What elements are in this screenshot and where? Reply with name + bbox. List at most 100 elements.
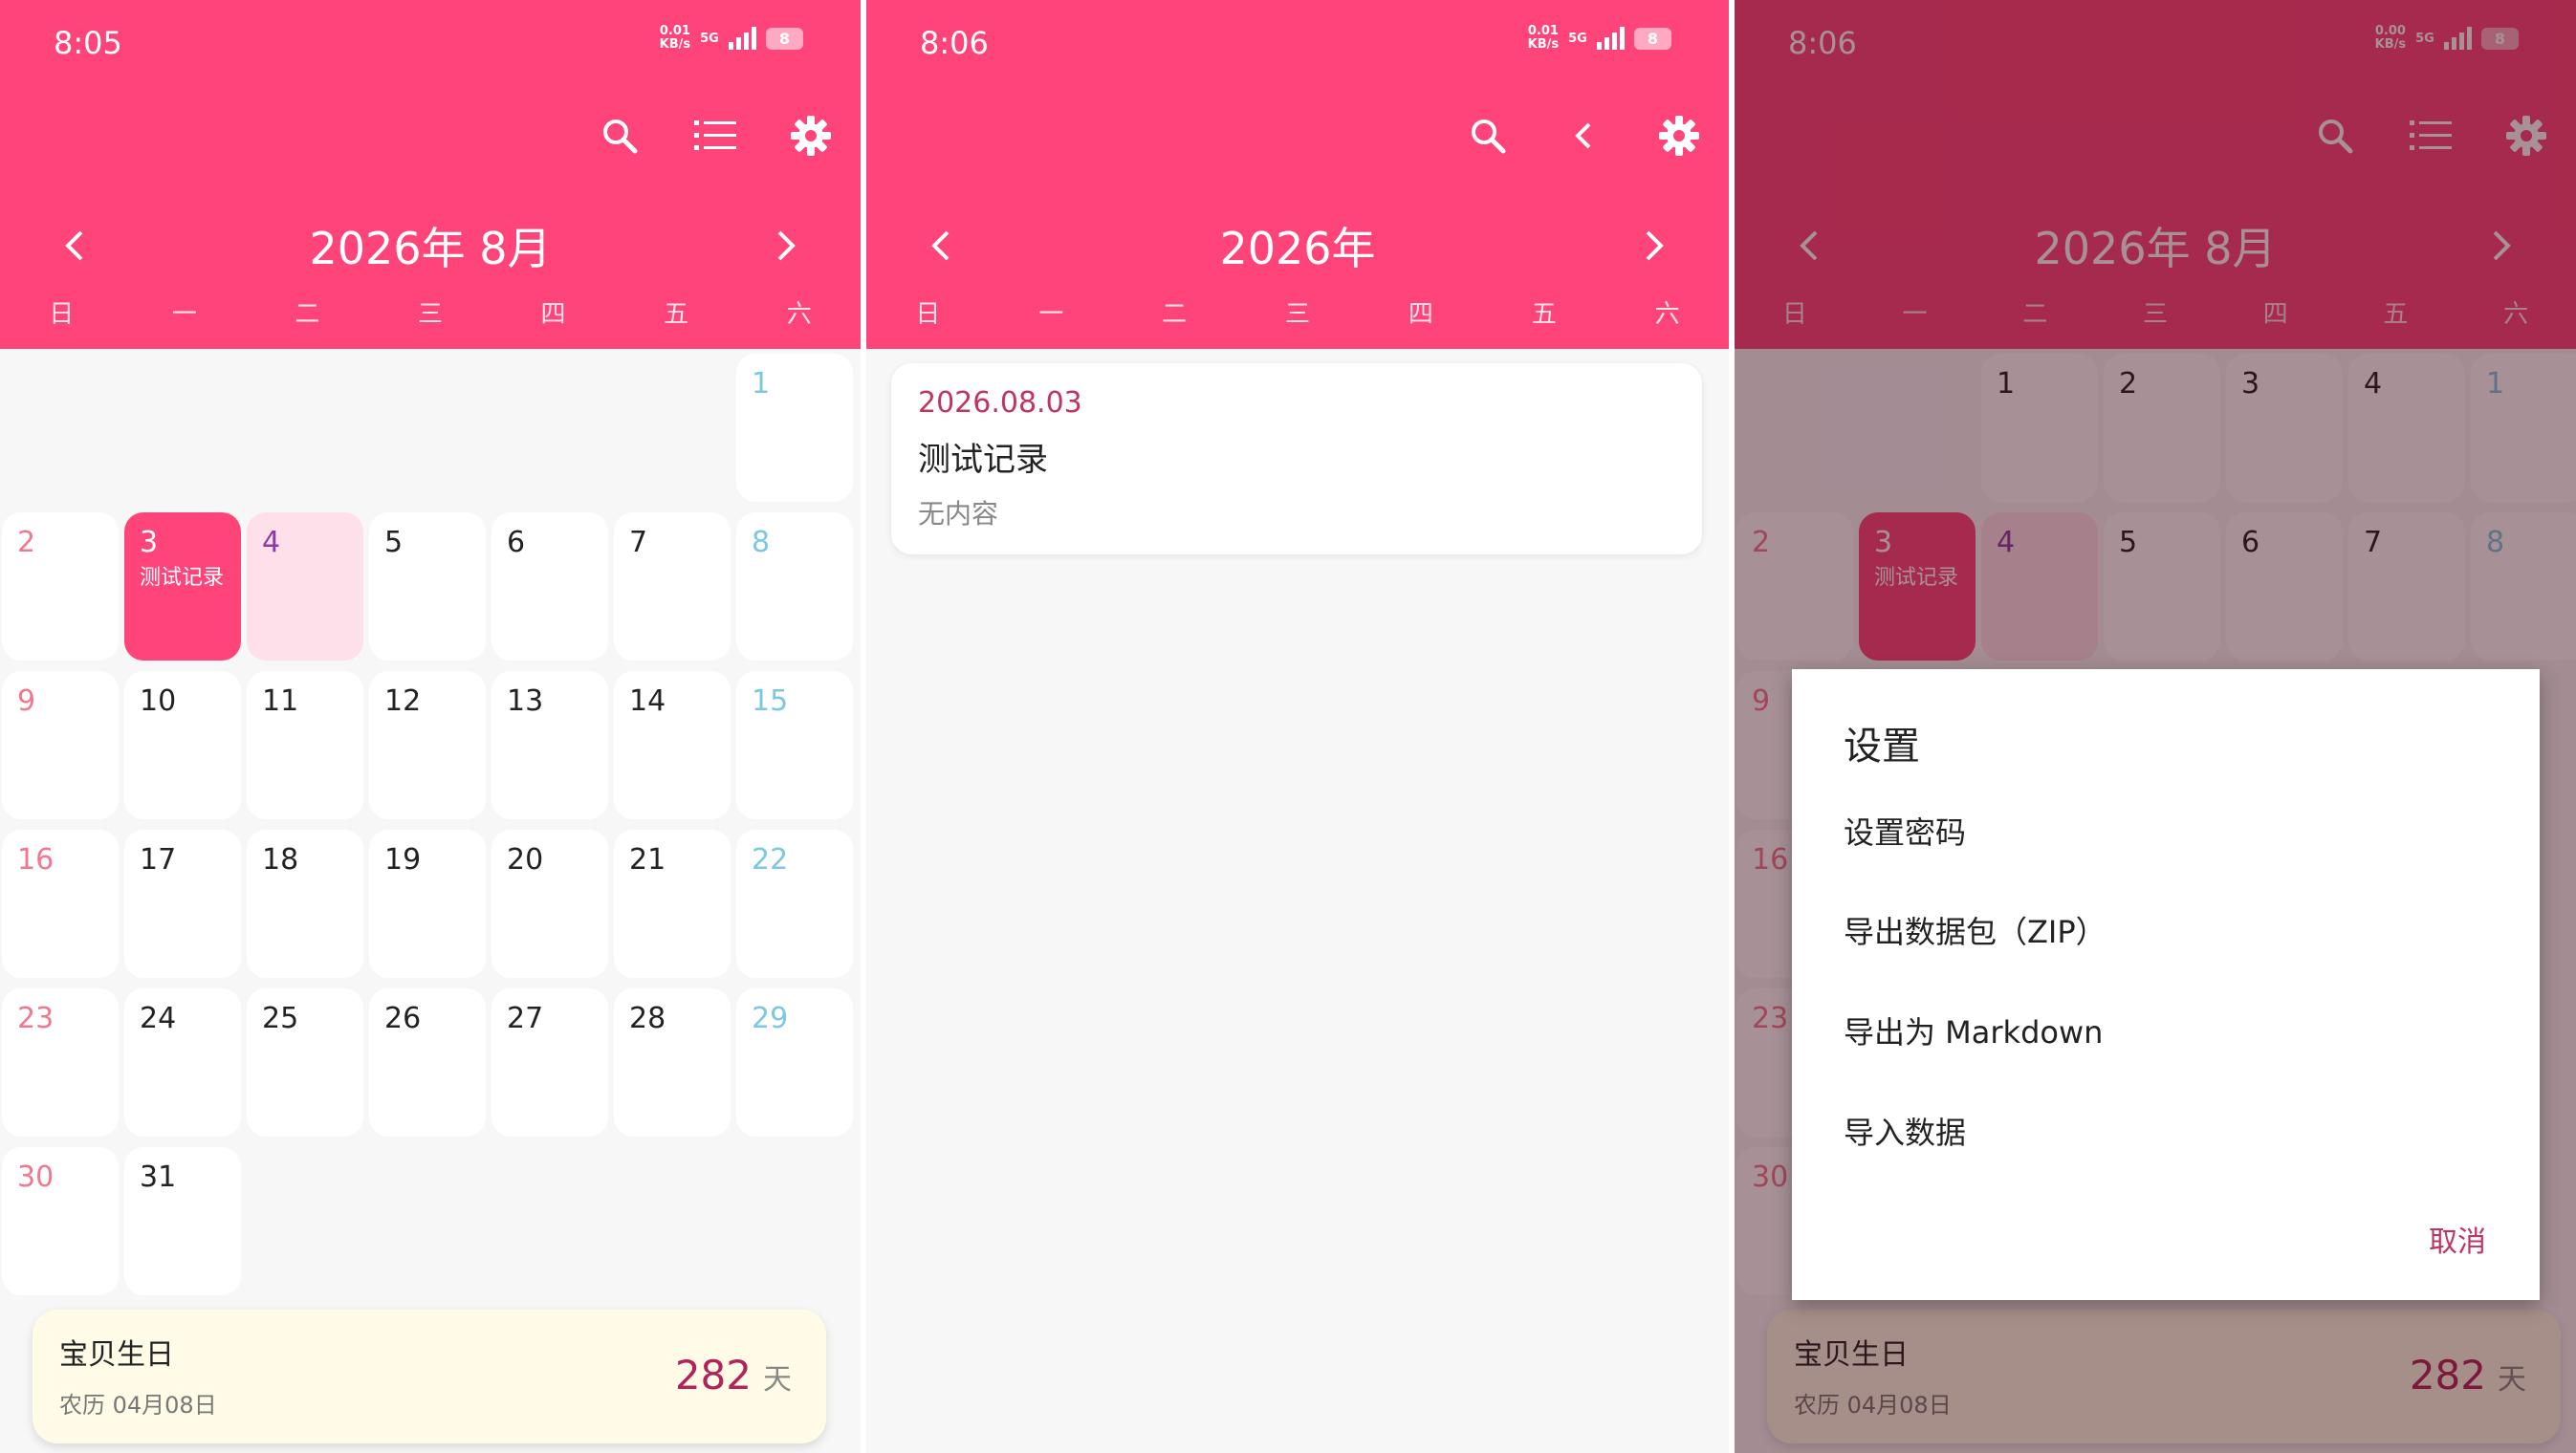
settings-dialog-screen: 8:06 0.00 KB/s 5G 8 2026年 8月 日 一 二 三 四 五 … [1735, 0, 2576, 1453]
day-cell[interactable]: 11 [247, 671, 363, 819]
day-number: 26 [384, 1002, 422, 1035]
countdown-number: 282 [674, 1352, 752, 1399]
record-card[interactable]: 2026.08.03 测试记录 无内容 [891, 363, 1702, 554]
day-number: 19 [384, 843, 422, 877]
day-cell[interactable]: 20 [491, 830, 608, 978]
status-time: 8:05 [54, 25, 122, 61]
day-number: 27 [507, 1002, 544, 1035]
status-bar-icons: 0.01 KB/s 5G 8 [1528, 25, 1671, 52]
weekday-label: 二 [1162, 300, 1188, 329]
weekday-row: 日 一 二 三 四 五 六 [0, 294, 861, 330]
day-cell[interactable]: 27 [491, 988, 608, 1137]
day-cell[interactable]: 7 [614, 512, 731, 661]
dialog-title: 设置 [1844, 725, 1920, 769]
day-number: 6 [507, 526, 526, 559]
day-cell[interactable]: 21 [614, 830, 731, 978]
day-number: 17 [140, 843, 177, 877]
day-number: 23 [17, 1002, 55, 1035]
day-number: 1 [752, 367, 771, 401]
day-number: 15 [752, 684, 789, 718]
day-number: 24 [140, 1002, 177, 1035]
search-icon[interactable] [599, 115, 641, 157]
day-cell[interactable]: 10 [124, 671, 241, 819]
day-cell[interactable]: 28 [614, 988, 731, 1137]
weekday-label: 一 [171, 300, 197, 329]
anniversary-card[interactable]: 宝贝生日 农历 04月08日 282 天 [33, 1310, 826, 1443]
battery-icon: 8 [1633, 27, 1671, 50]
day-number: 10 [140, 684, 177, 718]
day-cell[interactable]: 14 [614, 671, 731, 819]
signal-icon [728, 27, 756, 50]
day-cell[interactable]: 30 [2, 1147, 119, 1295]
net-speed: 0.01 KB/s [659, 24, 691, 52]
set-password-option[interactable]: 设置密码 [1844, 809, 1966, 853]
calendar-year-list-screen: 8:06 0.01 KB/s 5G 8 2026年 日 一 二 三 四 五 六 2… [866, 0, 1729, 1453]
next-year-button[interactable] [1635, 227, 1673, 265]
day-cell[interactable]: 25 [247, 988, 363, 1137]
prev-year-button[interactable] [922, 227, 960, 265]
day-cell[interactable]: 1 [736, 354, 853, 502]
year-nav: 2026年 [866, 212, 1729, 279]
network-type: 5G [700, 31, 719, 46]
weekday-label: 日 [49, 300, 75, 329]
day-cell[interactable]: 5 [369, 512, 486, 661]
weekday-label: 四 [1408, 300, 1433, 329]
weekday-row: 日 一 二 三 四 五 六 [866, 294, 1729, 330]
export-markdown-option[interactable]: 导出为 Markdown [1844, 1008, 2103, 1052]
day-number: 21 [629, 843, 666, 877]
day-cell[interactable]: 26 [369, 988, 486, 1137]
day-cell[interactable]: 18 [247, 830, 363, 978]
back-icon[interactable] [1562, 115, 1605, 157]
gear-icon[interactable] [1658, 115, 1700, 157]
day-number: 16 [17, 843, 55, 877]
day-number: 12 [384, 684, 422, 718]
day-number: 31 [140, 1160, 177, 1194]
list-icon[interactable] [694, 115, 736, 157]
app-header: 8:05 0.01 KB/s 5G 8 2026年 8月 日 一 二 三 四 五 … [0, 0, 861, 349]
month-title[interactable]: 2026年 8月 [310, 214, 552, 277]
status-time: 8:06 [920, 25, 989, 61]
day-cell[interactable]: 17 [124, 830, 241, 978]
day-cell[interactable]: 24 [124, 988, 241, 1137]
day-number: 25 [262, 1002, 299, 1035]
weekday-label: 五 [664, 300, 689, 329]
prev-month-button[interactable] [55, 227, 94, 265]
day-number: 2 [17, 526, 36, 559]
anniversary-countdown: 282 天 [675, 1352, 792, 1399]
day-number: 8 [752, 526, 771, 559]
day-cell[interactable]: 19 [369, 830, 486, 978]
day-cell[interactable]: 13 [491, 671, 608, 819]
countdown-unit: 天 [763, 1363, 792, 1397]
export-zip-option[interactable]: 导出数据包（ZIP） [1844, 908, 2107, 952]
day-cell[interactable]: 4 [247, 512, 363, 661]
day-number: 28 [629, 1002, 666, 1035]
day-number: 29 [752, 1002, 789, 1035]
day-cell[interactable]: 31 [124, 1147, 241, 1295]
import-data-option[interactable]: 导入数据 [1844, 1109, 1966, 1153]
weekday-label: 六 [1654, 300, 1680, 329]
day-cell[interactable]: 2 [2, 512, 119, 661]
day-number: 11 [262, 684, 299, 718]
next-month-button[interactable] [767, 227, 805, 265]
search-icon[interactable] [1467, 115, 1509, 157]
day-cell[interactable]: 12 [369, 671, 486, 819]
day-cell[interactable]: 6 [491, 512, 608, 661]
day-cell[interactable]: 8 [736, 512, 853, 661]
record-content: 无内容 [918, 498, 999, 530]
toolbar [1467, 115, 1700, 157]
day-cell[interactable]: 9 [2, 671, 119, 819]
day-cell[interactable]: 3 测试记录 [124, 512, 241, 661]
day-cell[interactable]: 29 [736, 988, 853, 1137]
weekday-label: 三 [417, 300, 443, 329]
day-cell[interactable]: 16 [2, 830, 119, 978]
gear-icon[interactable] [790, 115, 832, 157]
signal-icon [1596, 27, 1625, 50]
cancel-button[interactable]: 取消 [2429, 1218, 2486, 1260]
day-number: 4 [262, 526, 281, 559]
day-cell[interactable]: 23 [2, 988, 119, 1137]
day-cell[interactable]: 22 [736, 830, 853, 978]
year-title[interactable]: 2026年 [1219, 214, 1375, 277]
weekday-label: 日 [915, 300, 941, 329]
day-cell[interactable]: 15 [736, 671, 853, 819]
day-number: 14 [629, 684, 666, 718]
